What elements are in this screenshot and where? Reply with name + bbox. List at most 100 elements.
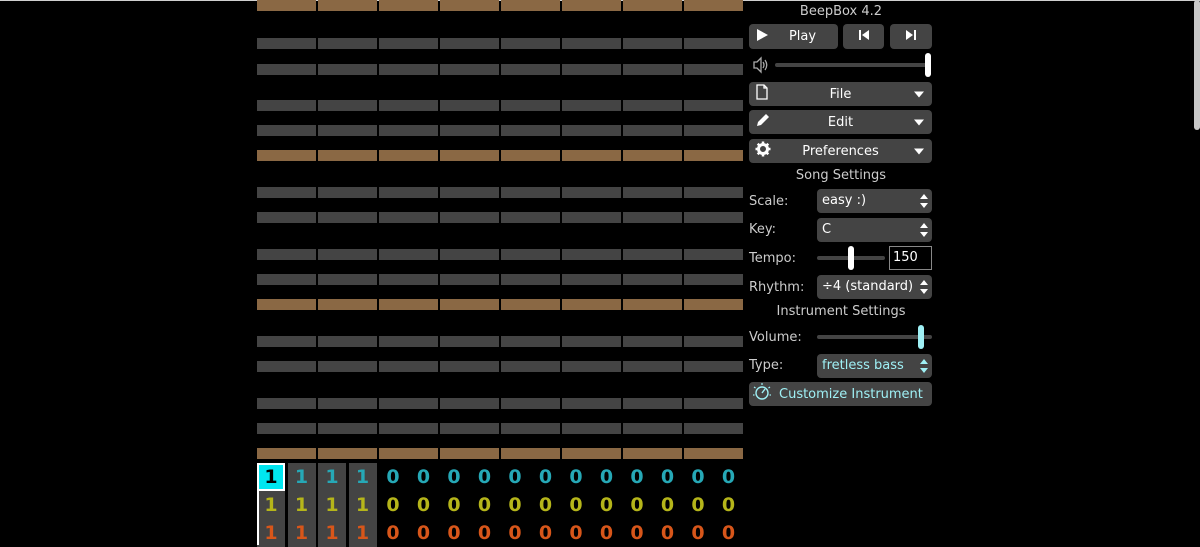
- note-cell[interactable]: [318, 423, 377, 434]
- note-cell[interactable]: [684, 398, 743, 409]
- pattern-cell[interactable]: 0: [471, 463, 499, 491]
- note-cell[interactable]: [379, 187, 438, 198]
- pattern-cell[interactable]: 1: [287, 491, 316, 519]
- note-cell[interactable]: [623, 448, 682, 459]
- pattern-cell[interactable]: 0: [593, 491, 621, 519]
- note-cell[interactable]: [318, 64, 377, 75]
- note-cell[interactable]: [562, 299, 621, 310]
- pattern-cell[interactable]: 1: [318, 463, 346, 491]
- note-cell[interactable]: [379, 274, 438, 285]
- note-cell[interactable]: [379, 212, 438, 223]
- note-cell[interactable]: [379, 100, 438, 111]
- pattern-cell[interactable]: 0: [623, 491, 651, 519]
- note-cell[interactable]: [684, 336, 743, 347]
- note-cell[interactable]: [684, 299, 743, 310]
- rhythm-select[interactable]: ÷4 (standard): [817, 275, 932, 299]
- pattern-cell[interactable]: 1: [318, 491, 346, 519]
- scale-select[interactable]: easy :): [817, 189, 932, 213]
- pattern-cell[interactable]: 0: [532, 491, 560, 519]
- note-cell[interactable]: [623, 361, 682, 372]
- pattern-cell[interactable]: 0: [379, 491, 407, 519]
- note-cell[interactable]: [501, 38, 560, 49]
- note-cell[interactable]: [318, 212, 377, 223]
- note-cell[interactable]: [501, 187, 560, 198]
- note-cell[interactable]: [379, 150, 438, 161]
- note-cell[interactable]: [440, 187, 499, 198]
- pattern-cell[interactable]: 0: [532, 519, 560, 547]
- note-cell[interactable]: [623, 64, 682, 75]
- next-bar-button[interactable]: [890, 24, 932, 49]
- note-cell[interactable]: [440, 125, 499, 136]
- note-cell[interactable]: [684, 0, 743, 11]
- note-cell[interactable]: [684, 187, 743, 198]
- note-cell[interactable]: [379, 336, 438, 347]
- note-cell[interactable]: [318, 100, 377, 111]
- pattern-cell[interactable]: 0: [379, 463, 407, 491]
- note-cell[interactable]: [562, 150, 621, 161]
- note-cell[interactable]: [501, 249, 560, 260]
- note-cell[interactable]: [623, 299, 682, 310]
- note-cell[interactable]: [318, 249, 377, 260]
- note-row[interactable]: [257, 125, 743, 136]
- note-cell[interactable]: [562, 187, 621, 198]
- pattern-cell[interactable]: 0: [623, 519, 651, 547]
- note-cell[interactable]: [440, 423, 499, 434]
- note-cell[interactable]: [257, 0, 316, 11]
- note-cell[interactable]: [562, 212, 621, 223]
- note-cell[interactable]: [257, 398, 316, 409]
- note-cell[interactable]: [501, 448, 560, 459]
- note-cell[interactable]: [257, 361, 316, 372]
- pattern-cell[interactable]: 0: [654, 491, 682, 519]
- pattern-cell[interactable]: 0: [410, 491, 438, 519]
- pattern-cell[interactable]: 0: [440, 491, 468, 519]
- master-volume-slider[interactable]: [775, 63, 931, 67]
- note-cell[interactable]: [623, 100, 682, 111]
- note-cell[interactable]: [623, 38, 682, 49]
- note-cell[interactable]: [440, 274, 499, 285]
- note-cell[interactable]: [623, 150, 682, 161]
- pattern-editor-grid[interactable]: [257, 0, 743, 460]
- note-cell[interactable]: [623, 0, 682, 11]
- key-select[interactable]: C: [817, 218, 932, 242]
- pattern-cell[interactable]: 1: [287, 463, 316, 491]
- pattern-cell[interactable]: 0: [562, 491, 590, 519]
- pattern-cell[interactable]: 0: [501, 519, 529, 547]
- octave-note-row[interactable]: [257, 0, 743, 11]
- pattern-cell[interactable]: 0: [471, 519, 499, 547]
- note-cell[interactable]: [257, 150, 316, 161]
- pattern-cell[interactable]: 0: [715, 519, 743, 547]
- note-cell[interactable]: [623, 336, 682, 347]
- note-cell[interactable]: [562, 336, 621, 347]
- note-cell[interactable]: [257, 125, 316, 136]
- note-cell[interactable]: [623, 249, 682, 260]
- note-cell[interactable]: [440, 64, 499, 75]
- pattern-cell[interactable]: 0: [532, 463, 560, 491]
- note-cell[interactable]: [318, 0, 377, 11]
- note-cell[interactable]: [318, 398, 377, 409]
- pattern-cell[interactable]: 0: [654, 519, 682, 547]
- note-cell[interactable]: [501, 212, 560, 223]
- note-row[interactable]: [257, 187, 743, 198]
- file-menu[interactable]: File: [749, 82, 932, 106]
- note-row[interactable]: [257, 423, 743, 434]
- note-cell[interactable]: [684, 212, 743, 223]
- note-cell[interactable]: [318, 125, 377, 136]
- master-volume-thumb[interactable]: [925, 53, 931, 77]
- note-cell[interactable]: [257, 274, 316, 285]
- note-cell[interactable]: [379, 64, 438, 75]
- pattern-cell[interactable]: 1: [287, 519, 316, 547]
- note-cell[interactable]: [562, 361, 621, 372]
- note-cell[interactable]: [318, 187, 377, 198]
- octave-note-row[interactable]: [257, 299, 743, 310]
- pattern-cell[interactable]: 1: [318, 519, 346, 547]
- note-cell[interactable]: [379, 249, 438, 260]
- pattern-cell[interactable]: 0: [593, 463, 621, 491]
- note-cell[interactable]: [379, 361, 438, 372]
- tempo-slider-thumb[interactable]: [848, 246, 854, 270]
- note-cell[interactable]: [257, 299, 316, 310]
- note-cell[interactable]: [623, 398, 682, 409]
- note-cell[interactable]: [623, 125, 682, 136]
- octave-note-row[interactable]: [257, 448, 743, 459]
- note-cell[interactable]: [684, 448, 743, 459]
- note-row[interactable]: [257, 398, 743, 409]
